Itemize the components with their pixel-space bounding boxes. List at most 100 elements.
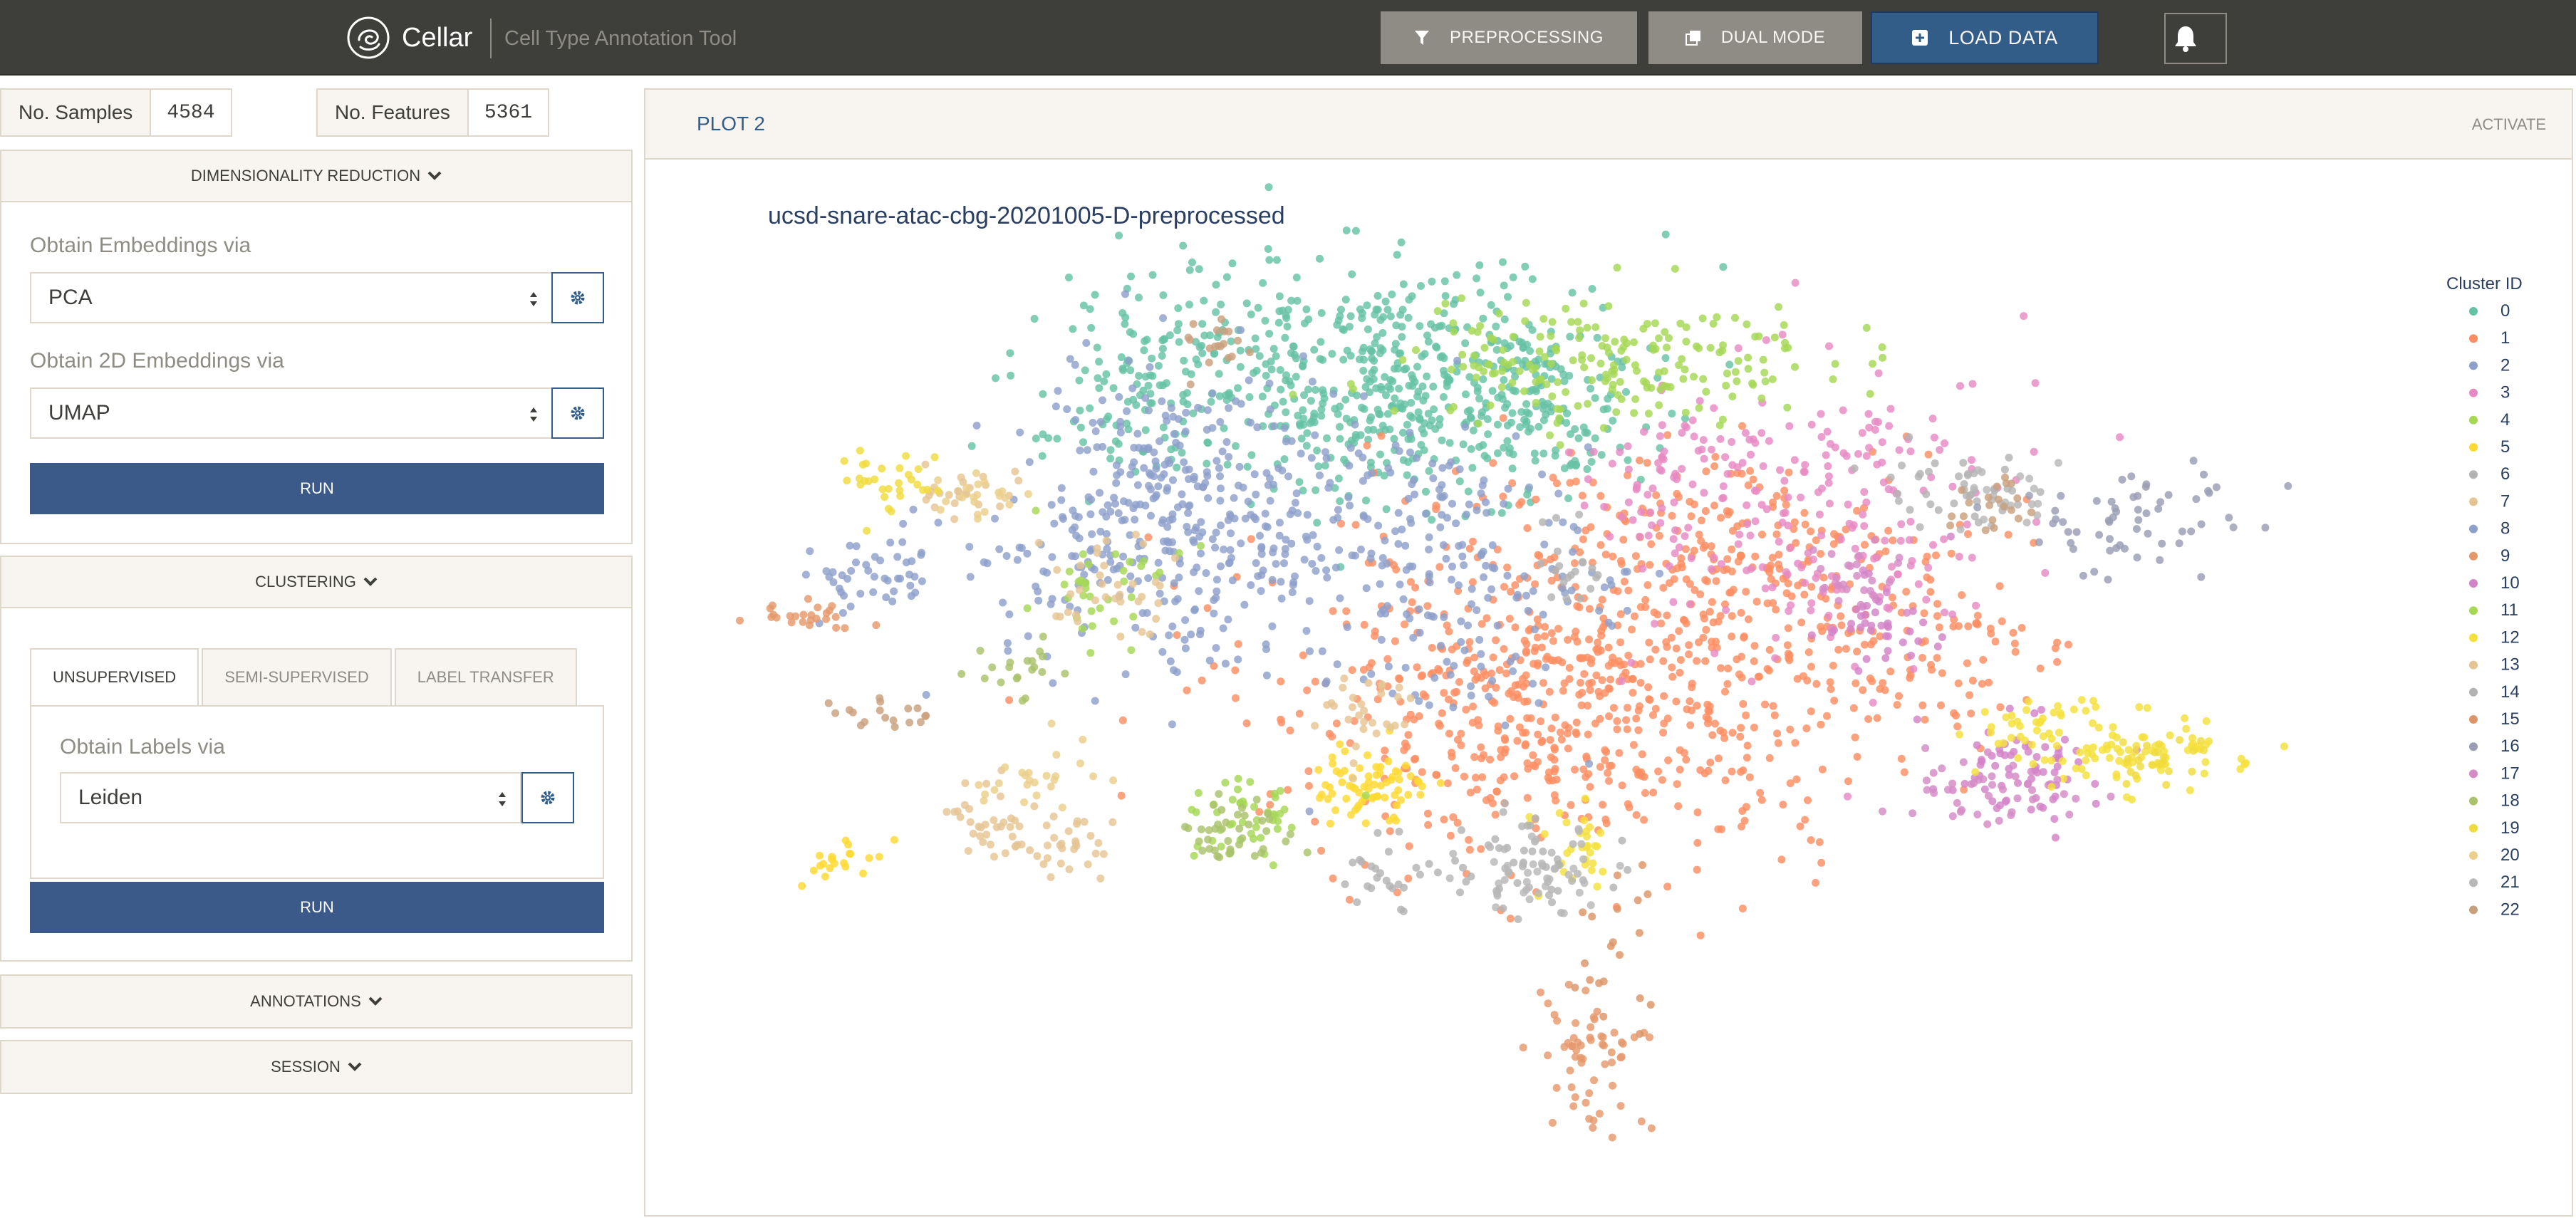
scatter-point[interactable] xyxy=(1758,531,1766,538)
scatter-point[interactable] xyxy=(1021,694,1029,702)
scatter-point[interactable] xyxy=(1129,613,1138,621)
scatter-point[interactable] xyxy=(1265,256,1274,264)
scatter-point[interactable] xyxy=(1265,815,1274,823)
scatter-point[interactable] xyxy=(1290,350,1299,359)
scatter-point[interactable] xyxy=(1639,325,1648,333)
scatter-point[interactable] xyxy=(1532,399,1540,407)
scatter-point[interactable] xyxy=(1698,516,1705,525)
scatter-point[interactable] xyxy=(2013,794,2022,803)
scatter-point[interactable] xyxy=(1351,742,1360,751)
scatter-point[interactable] xyxy=(1512,432,1520,440)
scatter-point[interactable] xyxy=(1264,245,1272,253)
legend-label[interactable]: 17 xyxy=(2500,764,2520,783)
scatter-point[interactable] xyxy=(1781,338,1790,347)
scatter-point[interactable] xyxy=(1408,413,1417,422)
scatter-point[interactable] xyxy=(1804,796,1812,804)
scatter-point[interactable] xyxy=(1693,865,1701,874)
scatter-point[interactable] xyxy=(1785,651,1794,660)
scatter-point[interactable] xyxy=(1218,447,1227,456)
scatter-point[interactable] xyxy=(1564,635,1572,644)
scatter-point[interactable] xyxy=(1377,432,1386,440)
scatter-point[interactable] xyxy=(1052,751,1061,759)
scatter-point[interactable] xyxy=(1451,856,1459,865)
legend-label[interactable]: 6 xyxy=(2500,464,2510,484)
scatter-point[interactable] xyxy=(2016,472,2025,481)
legend-label[interactable]: 11 xyxy=(2500,600,2518,620)
scatter-point[interactable] xyxy=(972,422,981,430)
scatter-point[interactable] xyxy=(1839,406,1847,415)
scatter-point[interactable] xyxy=(1921,715,1929,724)
scatter-point[interactable] xyxy=(1812,878,1819,887)
scatter-point[interactable] xyxy=(1855,551,1863,560)
scatter-point[interactable] xyxy=(1165,631,1173,640)
scatter-point[interactable] xyxy=(1973,611,1982,620)
scatter-point[interactable] xyxy=(1801,816,1809,824)
scatter-point[interactable] xyxy=(1893,701,1901,709)
scatter-point[interactable] xyxy=(1479,314,1487,323)
scatter-point[interactable] xyxy=(1549,474,1557,482)
scatter-point[interactable] xyxy=(884,504,893,513)
scatter-point[interactable] xyxy=(1258,816,1267,825)
scatter-point[interactable] xyxy=(1947,549,1956,558)
embed-settings-button[interactable] xyxy=(551,272,604,323)
scatter-point[interactable] xyxy=(1255,352,1264,360)
scatter-point[interactable] xyxy=(2134,506,2142,514)
scatter-point[interactable] xyxy=(1460,646,1469,655)
scatter-point[interactable] xyxy=(1221,660,1230,668)
legend-swatch[interactable] xyxy=(2469,823,2478,833)
scatter-point[interactable] xyxy=(1914,580,1923,588)
legend-label[interactable]: 7 xyxy=(2500,491,2510,511)
scatter-point[interactable] xyxy=(2202,717,2211,725)
scatter-point[interactable] xyxy=(976,647,985,655)
scatter-point[interactable] xyxy=(1618,781,1626,790)
scatter-point[interactable] xyxy=(1348,270,1356,279)
scatter-point[interactable] xyxy=(2027,806,2035,814)
scatter-point[interactable] xyxy=(1047,719,1056,728)
scatter-point[interactable] xyxy=(1468,600,1475,608)
scatter-point[interactable] xyxy=(1166,657,1175,665)
scatter-point[interactable] xyxy=(1699,543,1708,552)
scatter-point[interactable] xyxy=(1593,883,1601,891)
scatter-point[interactable] xyxy=(1378,422,1387,430)
scatter-point[interactable] xyxy=(1116,590,1124,599)
scatter-point[interactable] xyxy=(1635,929,1643,937)
cellar-logo-icon[interactable] xyxy=(346,16,390,60)
scatter-point[interactable] xyxy=(1675,361,1683,370)
scatter-point[interactable] xyxy=(1204,439,1212,447)
scatter-point[interactable] xyxy=(1455,477,1464,486)
scatter-point[interactable] xyxy=(2156,498,2165,506)
scatter-point[interactable] xyxy=(1478,482,1487,489)
scatter-point[interactable] xyxy=(1824,479,1833,487)
scatter-point[interactable] xyxy=(1517,498,1526,506)
scatter-point[interactable] xyxy=(1737,724,1745,732)
scatter-point[interactable] xyxy=(1447,576,1455,584)
scatter-point[interactable] xyxy=(881,714,890,722)
scatter-point[interactable] xyxy=(1842,452,1851,460)
scatter-point[interactable] xyxy=(980,796,988,805)
scatter-point[interactable] xyxy=(809,866,818,875)
scatter-point[interactable] xyxy=(2134,491,2142,500)
scatter-point[interactable] xyxy=(1195,265,1203,274)
scatter-point[interactable] xyxy=(1751,517,1760,526)
scatter-point[interactable] xyxy=(1302,305,1311,313)
scatter-point[interactable] xyxy=(819,860,828,868)
scatter-point[interactable] xyxy=(1568,1042,1577,1051)
scatter-point[interactable] xyxy=(1257,848,1265,857)
scatter-point[interactable] xyxy=(1807,836,1815,844)
scatter-point[interactable] xyxy=(1084,493,1093,501)
scatter-point[interactable] xyxy=(1963,659,1971,667)
scatter-point[interactable] xyxy=(2052,741,2061,750)
dual-mode-button[interactable]: Dual Mode xyxy=(1648,11,1862,64)
scatter-point[interactable] xyxy=(1592,573,1601,582)
scatter-point[interactable] xyxy=(991,514,999,523)
scatter-point[interactable] xyxy=(1257,833,1265,842)
scatter-point[interactable] xyxy=(846,850,854,858)
scatter-point[interactable] xyxy=(1395,385,1403,393)
scatter-point[interactable] xyxy=(1699,375,1708,383)
scatter-point[interactable] xyxy=(1507,588,1515,596)
tab-semi-supervised[interactable]: Semi-Supervised xyxy=(202,648,392,707)
scatter-point[interactable] xyxy=(1158,345,1167,353)
scatter-point[interactable] xyxy=(1959,459,1968,467)
scatter-point[interactable] xyxy=(1856,623,1865,632)
scatter-point[interactable] xyxy=(1581,794,1589,803)
